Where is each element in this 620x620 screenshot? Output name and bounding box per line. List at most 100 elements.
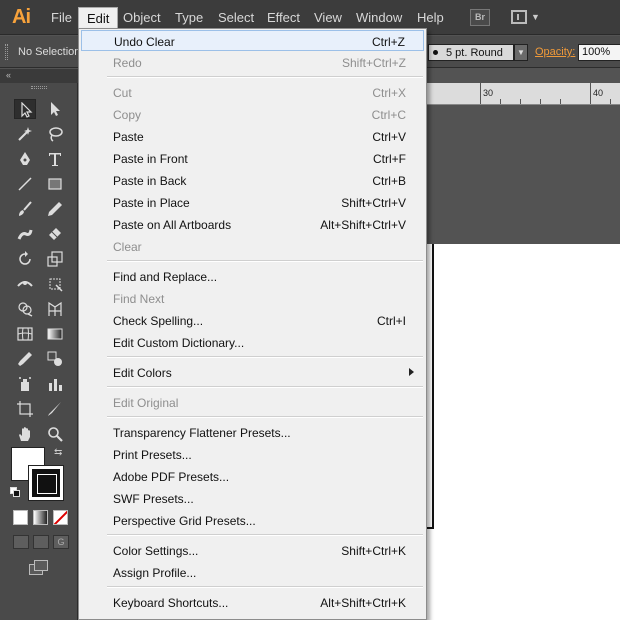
draw-normal-icon[interactable] bbox=[13, 535, 29, 549]
pencil-tool-icon[interactable] bbox=[44, 199, 66, 219]
width-tool-icon[interactable] bbox=[14, 274, 36, 294]
menu-separator bbox=[107, 386, 423, 388]
bridge-button[interactable]: Br bbox=[470, 9, 490, 26]
brush-definition-field[interactable]: 5 pt. Round bbox=[428, 44, 514, 61]
menu-type[interactable]: Type bbox=[175, 10, 203, 25]
ruler-tick bbox=[590, 82, 591, 104]
rectangle-tool-icon[interactable] bbox=[44, 174, 66, 194]
menu-item-cut: Cut Ctrl+X bbox=[81, 82, 424, 103]
menu-item-edit-custom-dictionary[interactable]: Edit Custom Dictionary... bbox=[81, 332, 424, 353]
paintbrush-tool-icon[interactable] bbox=[14, 199, 36, 219]
default-stroke-square bbox=[13, 490, 20, 497]
menu-effect[interactable]: Effect bbox=[267, 10, 300, 25]
opacity-label[interactable]: Opacity: bbox=[535, 46, 575, 58]
zoom-tool-icon[interactable] bbox=[44, 424, 66, 444]
menu-item-assign-profile[interactable]: Assign Profile... bbox=[81, 562, 424, 583]
brush-dot-icon bbox=[433, 50, 438, 55]
workspace-layout-icon[interactable] bbox=[511, 10, 527, 24]
menu-item-perspective-grid-presets[interactable]: Perspective Grid Presets... bbox=[81, 510, 424, 531]
menu-item-paste-on-all-artboards[interactable]: Paste on All Artboards Alt+Shift+Ctrl+V bbox=[81, 214, 424, 235]
chevron-down-icon[interactable]: ▼ bbox=[531, 12, 540, 22]
menu-item-label: Edit Custom Dictionary... bbox=[113, 336, 245, 350]
artboard[interactable] bbox=[426, 244, 620, 620]
symbol-sprayer-tool-icon[interactable] bbox=[14, 374, 36, 394]
shape-builder-tool-icon[interactable] bbox=[14, 299, 36, 319]
menu-item-label: Edit Original bbox=[113, 396, 179, 410]
menu-item-label: Check Spelling... bbox=[113, 314, 204, 328]
menu-item-paste-in-front[interactable]: Paste in Front Ctrl+F bbox=[81, 148, 424, 169]
type-tool-icon[interactable] bbox=[44, 149, 66, 169]
color-mode-button[interactable] bbox=[13, 510, 28, 525]
ruler-tick bbox=[520, 99, 521, 104]
magic-wand-tool-icon[interactable] bbox=[14, 124, 36, 144]
rotate-tool-icon[interactable] bbox=[14, 249, 36, 269]
menu-item-find-and-replace[interactable]: Find and Replace... bbox=[81, 266, 424, 287]
menu-item-adobe-pdf-presets[interactable]: Adobe PDF Presets... bbox=[81, 466, 424, 487]
menu-item-swf-presets[interactable]: SWF Presets... bbox=[81, 488, 424, 509]
none-mode-button[interactable] bbox=[53, 510, 68, 525]
blend-tool-icon[interactable] bbox=[44, 349, 66, 369]
menu-item-shortcut: Shift+Ctrl+Z bbox=[341, 56, 406, 70]
menu-item-label: Paste in Back bbox=[113, 174, 187, 188]
menu-item-label: Paste in Place bbox=[113, 196, 190, 210]
menu-item-preferences[interactable]: Preferences bbox=[81, 614, 424, 619]
menu-select[interactable]: Select bbox=[218, 10, 254, 25]
menu-item-paste[interactable]: Paste Ctrl+V bbox=[81, 126, 424, 147]
menu-object[interactable]: Object bbox=[123, 10, 161, 25]
menu-item-label: Paste on All Artboards bbox=[113, 218, 232, 232]
artboard-tool-icon[interactable] bbox=[14, 399, 36, 419]
menu-item-shortcut: Ctrl+X bbox=[372, 86, 406, 100]
screen-mode-icon[interactable] bbox=[29, 560, 49, 576]
brush-dropdown-button[interactable]: ▼ bbox=[514, 44, 528, 61]
menu-item-transparency-flattener-presets[interactable]: Transparency Flattener Presets... bbox=[81, 422, 424, 443]
menu-item-edit-colors[interactable]: Edit Colors bbox=[81, 362, 424, 383]
column-graph-tool-icon[interactable] bbox=[44, 374, 66, 394]
panel-grip-icon[interactable] bbox=[31, 86, 47, 89]
swap-fill-stroke-icon[interactable]: ⇆ bbox=[54, 447, 62, 458]
menu-separator bbox=[107, 356, 423, 358]
menu-item-print-presets[interactable]: Print Presets... bbox=[81, 444, 424, 465]
gradient-mode-button[interactable] bbox=[33, 510, 48, 525]
edit-menu-dropdown: Undo Clear Ctrl+Z Redo Shift+Ctrl+Z Cut Ctrl+… bbox=[78, 28, 427, 620]
eyedropper-tool-icon[interactable] bbox=[14, 349, 36, 369]
tools-panel-header: « bbox=[0, 69, 78, 83]
lasso-tool-icon[interactable] bbox=[44, 124, 66, 144]
perspective-grid-tool-icon[interactable] bbox=[44, 299, 66, 319]
default-fill-stroke-icon[interactable] bbox=[10, 487, 20, 497]
draw-behind-icon[interactable] bbox=[33, 535, 49, 549]
menu-item-find-next: Find Next bbox=[81, 288, 424, 309]
menu-window[interactable]: Window bbox=[356, 10, 402, 25]
hand-tool-icon[interactable] bbox=[14, 424, 36, 444]
slice-tool-icon[interactable] bbox=[44, 399, 66, 419]
eraser-tool-icon[interactable] bbox=[44, 224, 66, 244]
mesh-tool-icon[interactable] bbox=[14, 324, 36, 344]
panel-grip-icon[interactable] bbox=[5, 44, 8, 60]
menu-separator bbox=[107, 416, 423, 418]
menu-item-color-settings[interactable]: Color Settings... Shift+Ctrl+K bbox=[81, 540, 424, 561]
menu-separator bbox=[107, 260, 423, 262]
menu-file[interactable]: File bbox=[51, 10, 72, 25]
menu-view[interactable]: View bbox=[314, 10, 342, 25]
menu-item-keyboard-shortcuts[interactable]: Keyboard Shortcuts... Alt+Shift+Ctrl+K bbox=[81, 592, 424, 613]
menu-item-paste-in-place[interactable]: Paste in Place Shift+Ctrl+V bbox=[81, 192, 424, 213]
menu-item-paste-in-back[interactable]: Paste in Back Ctrl+B bbox=[81, 170, 424, 191]
menu-item-undo-clear[interactable]: Undo Clear Ctrl+Z bbox=[81, 30, 424, 51]
scale-tool-icon[interactable] bbox=[44, 249, 66, 269]
collapse-panel-icon[interactable]: « bbox=[6, 70, 11, 80]
menu-item-check-spelling[interactable]: Check Spelling... Ctrl+I bbox=[81, 310, 424, 331]
direct-selection-tool-icon[interactable] bbox=[44, 99, 66, 119]
artboard-border bbox=[432, 244, 434, 528]
menu-item-label: Paste in Front bbox=[113, 152, 188, 166]
opacity-field[interactable]: 100% bbox=[578, 44, 620, 61]
line-segment-tool-icon[interactable] bbox=[14, 174, 36, 194]
selection-tool-icon[interactable] bbox=[14, 99, 36, 119]
menu-item-label: Keyboard Shortcuts... bbox=[113, 596, 229, 610]
menu-help[interactable]: Help bbox=[417, 10, 444, 25]
pen-tool-icon[interactable] bbox=[14, 149, 36, 169]
menu-item-label: Undo Clear bbox=[114, 35, 175, 49]
free-transform-tool-icon[interactable] bbox=[44, 274, 66, 294]
blob-brush-tool-icon[interactable] bbox=[14, 224, 36, 244]
stroke-swatch[interactable] bbox=[28, 465, 64, 501]
draw-inside-icon[interactable]: G bbox=[53, 535, 69, 549]
gradient-tool-icon[interactable] bbox=[44, 324, 66, 344]
